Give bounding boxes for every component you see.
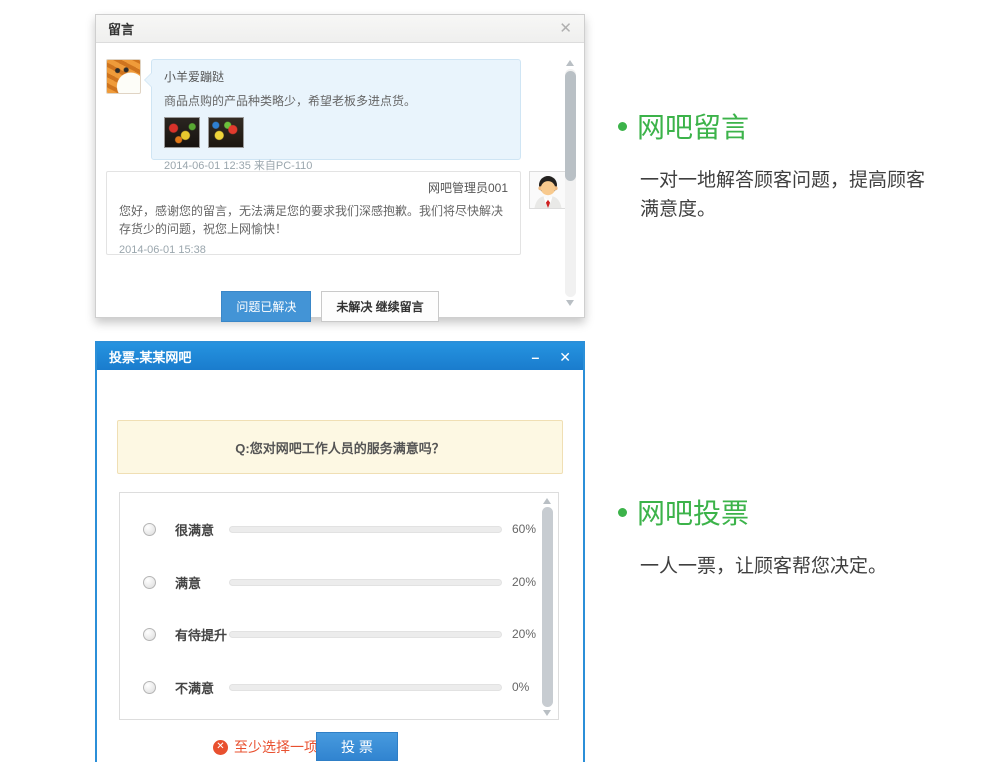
attachment-row: [164, 117, 508, 148]
poll-question-box: Q:您对网吧工作人员的服务满意吗？: [117, 420, 563, 474]
close-icon[interactable]: ✕: [559, 350, 571, 364]
option-percent: 20%: [512, 627, 536, 641]
customer-message-text: 商品点购的产品种类略少，希望老板多进点货。: [164, 92, 508, 109]
option-label: 有待提升: [175, 625, 227, 644]
admin-avatar: [529, 171, 567, 209]
customer-message-bubble: 小羊爱蹦跶 商品点购的产品种类略少，希望老板多进点货。 2014-06-01 1…: [151, 59, 521, 160]
bullet-icon: [618, 122, 627, 131]
message-window-titlebar: 留言 ✕: [96, 15, 584, 43]
message-window-title: 留言: [108, 19, 134, 38]
options-scrollbar[interactable]: [542, 507, 553, 707]
scroll-down-icon[interactable]: [566, 300, 574, 306]
admin-timestamp: 2014-06-01 15:38: [119, 244, 508, 256]
vote-window-body: Q:您对网吧工作人员的服务满意吗？ 不满意 0% 有待提升 20% 满意 20% 很满意 60…: [97, 370, 583, 762]
poll-question: Q:您对网吧工作人员的服务满意吗？: [235, 438, 444, 457]
scroll-up-icon[interactable]: [566, 60, 574, 66]
close-icon[interactable]: ✕: [559, 21, 572, 36]
attachment-image[interactable]: [208, 117, 244, 148]
feature-title: 网吧投票: [637, 492, 749, 532]
message-window-body: 小羊爱蹦跶 商品点购的产品种类略少，希望老板多进点货。 2014-06-01 1…: [96, 43, 584, 317]
feature-title: 网吧留言: [637, 106, 749, 146]
scrollbar-thumb[interactable]: [542, 507, 553, 707]
vote-window-titlebar: 投票-某某网吧 – ✕: [97, 343, 583, 370]
result-bar-track: [229, 526, 502, 533]
unresolved-continue-button[interactable]: 未解决 继续留言: [321, 291, 438, 322]
problem-resolved-button[interactable]: 问题已解决: [221, 291, 311, 322]
option-label: 满意: [175, 573, 201, 592]
validation-text: 至少选择一项: [234, 737, 318, 757]
feature-description: 一对一地解答顾客问题，提高顾客满意度。: [640, 166, 936, 225]
message-window: 留言 ✕ 小羊爱蹦跶 商品点购的产品种类略少，希望老板多进点货。 2014-06…: [95, 14, 585, 318]
validation-message: ✕ 至少选择一项: [213, 737, 318, 757]
vote-bottom-bar: ✕ 至少选择一项 投 票: [97, 732, 583, 762]
scroll-up-icon[interactable]: [543, 498, 551, 504]
feature-description: 一人一票，让顾客帮您决定。: [640, 552, 936, 581]
radio-button[interactable]: [143, 576, 156, 589]
poll-option-row: 有待提升 20%: [120, 624, 558, 644]
result-bar-track: [229, 684, 502, 691]
vote-button[interactable]: 投 票: [316, 732, 398, 761]
customer-avatar: [106, 59, 141, 94]
bullet-icon: [618, 508, 627, 517]
customer-name: 小羊爱蹦跶: [164, 68, 508, 85]
result-bar-track: [229, 579, 502, 586]
poll-options-panel: 不满意 0% 有待提升 20% 满意 20% 很满意 60%: [119, 492, 559, 720]
admin-name: 网吧管理员001: [119, 179, 508, 196]
message-actions: 问题已解决 未解决 继续留言: [96, 291, 564, 322]
option-percent: 0%: [512, 680, 529, 694]
minimize-icon[interactable]: –: [531, 350, 539, 364]
poll-option-row: 满意 20%: [120, 572, 558, 592]
option-label: 不满意: [175, 678, 214, 697]
admin-reply-box: 网吧管理员001 您好，感谢您的留言，无法满足您的要求我们深感抱歉。我们将尽快解…: [106, 171, 521, 255]
poll-option-row: 不满意 0%: [120, 677, 558, 697]
vote-window-title: 投票-某某网吧: [109, 347, 191, 366]
page: 留言 ✕ 小羊爱蹦跶 商品点购的产品种类略少，希望老板多进点货。 2014-06…: [0, 0, 1000, 762]
option-label: 很满意: [175, 520, 214, 539]
feature-message: 网吧留言 一对一地解答顾客问题，提高顾客满意度。: [618, 106, 948, 225]
admin-reply-text: 您好，感谢您的留言，无法满足您的要求我们深感抱歉。我们将尽快解决存货少的问题，祝…: [119, 202, 508, 238]
radio-button[interactable]: [143, 523, 156, 536]
scroll-down-icon[interactable]: [543, 710, 551, 716]
feature-vote: 网吧投票 一人一票，让顾客帮您决定。: [618, 492, 948, 581]
vote-window: 投票-某某网吧 – ✕ Q:您对网吧工作人员的服务满意吗？ 不满意 0% 有待提升 2…: [95, 341, 585, 762]
radio-button[interactable]: [143, 681, 156, 694]
poll-option-row: 很满意 60%: [120, 519, 558, 539]
option-percent: 60%: [512, 522, 536, 536]
scrollbar-thumb[interactable]: [565, 71, 576, 181]
person-icon: [530, 172, 566, 208]
radio-button[interactable]: [143, 628, 156, 641]
attachment-image[interactable]: [164, 117, 200, 148]
result-bar-track: [229, 631, 502, 638]
option-percent: 20%: [512, 575, 536, 589]
error-icon: ✕: [213, 740, 228, 755]
message-scrollbar[interactable]: [565, 69, 576, 297]
